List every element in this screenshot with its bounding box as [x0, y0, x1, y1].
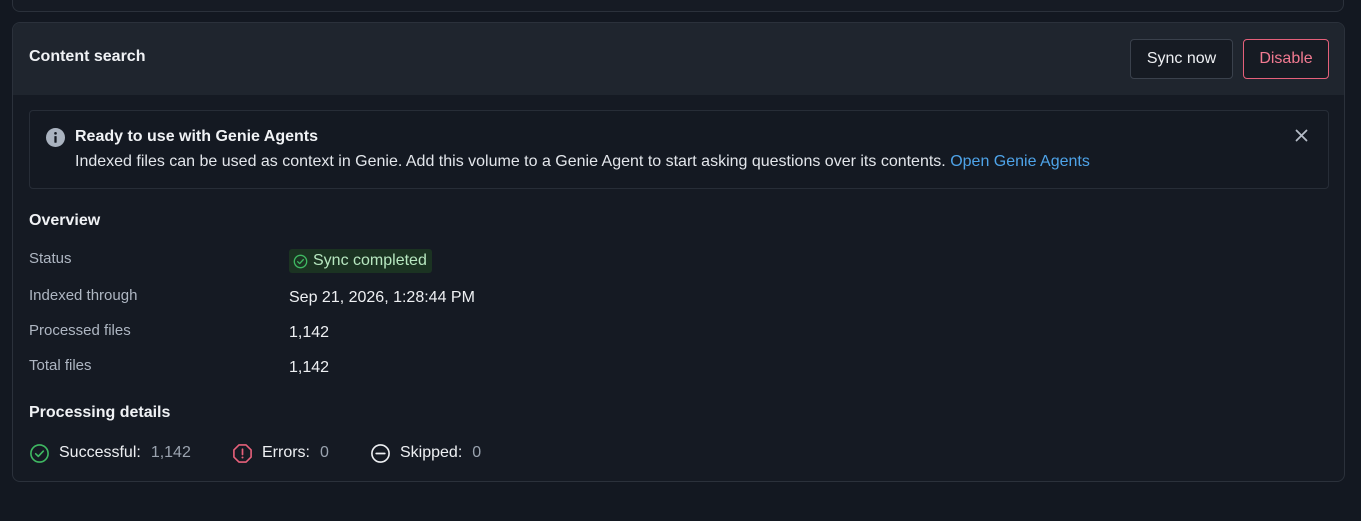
overview-title: Overview: [29, 212, 101, 229]
open-genie-agents-link[interactable]: Open Genie Agents: [950, 153, 1090, 170]
total-files-value: 1,142: [289, 359, 330, 376]
errors-label: Errors:: [262, 444, 310, 461]
status-label: Status: [29, 250, 72, 267]
info-icon: [46, 128, 65, 147]
status-badge: Sync completed: [289, 249, 432, 273]
successful-stat: Successful: 1,142: [29, 442, 191, 464]
previous-card-edge: [12, 0, 1344, 12]
processing-details-title: Processing details: [29, 404, 171, 421]
processed-files-value: 1,142: [289, 324, 330, 341]
disable-button[interactable]: Disable: [1243, 39, 1329, 79]
successful-label: Successful:: [59, 444, 141, 461]
successful-value: 1,142: [150, 444, 191, 461]
indexed-through-value: Sep 21, 2026, 1:28:44 PM: [289, 289, 475, 306]
check-circle-icon: [293, 254, 308, 268]
skipped-stat: Skipped: 0: [370, 442, 481, 464]
sync-now-button[interactable]: Sync now: [1130, 39, 1233, 79]
genie-info-banner: Ready to use with Genie Agents Indexed f…: [29, 110, 1329, 189]
content-search-card: Content search Sync now Disable Ready to…: [12, 22, 1345, 482]
check-circle-icon: [30, 443, 49, 463]
error-octagon-icon: [233, 443, 252, 463]
status-value: Sync completed: [313, 252, 427, 269]
indexed-through-label: Indexed through: [29, 287, 138, 304]
banner-title: Ready to use with Genie Agents: [75, 128, 319, 145]
banner-body: Indexed files can be used as context in …: [75, 153, 1090, 171]
close-icon[interactable]: [1295, 129, 1308, 142]
banner-body-text: Indexed files can be used as context in …: [75, 153, 946, 170]
errors-value: 0: [320, 444, 329, 461]
skipped-value: 0: [472, 444, 482, 461]
skip-circle-icon: [371, 443, 390, 463]
errors-stat: Errors: 0: [232, 442, 329, 464]
skipped-label: Skipped:: [400, 444, 463, 461]
card-header: Content search Sync now Disable: [13, 23, 1344, 95]
total-files-label: Total files: [29, 357, 92, 374]
card-title: Content search: [29, 48, 146, 65]
processed-files-label: Processed files: [29, 322, 131, 339]
